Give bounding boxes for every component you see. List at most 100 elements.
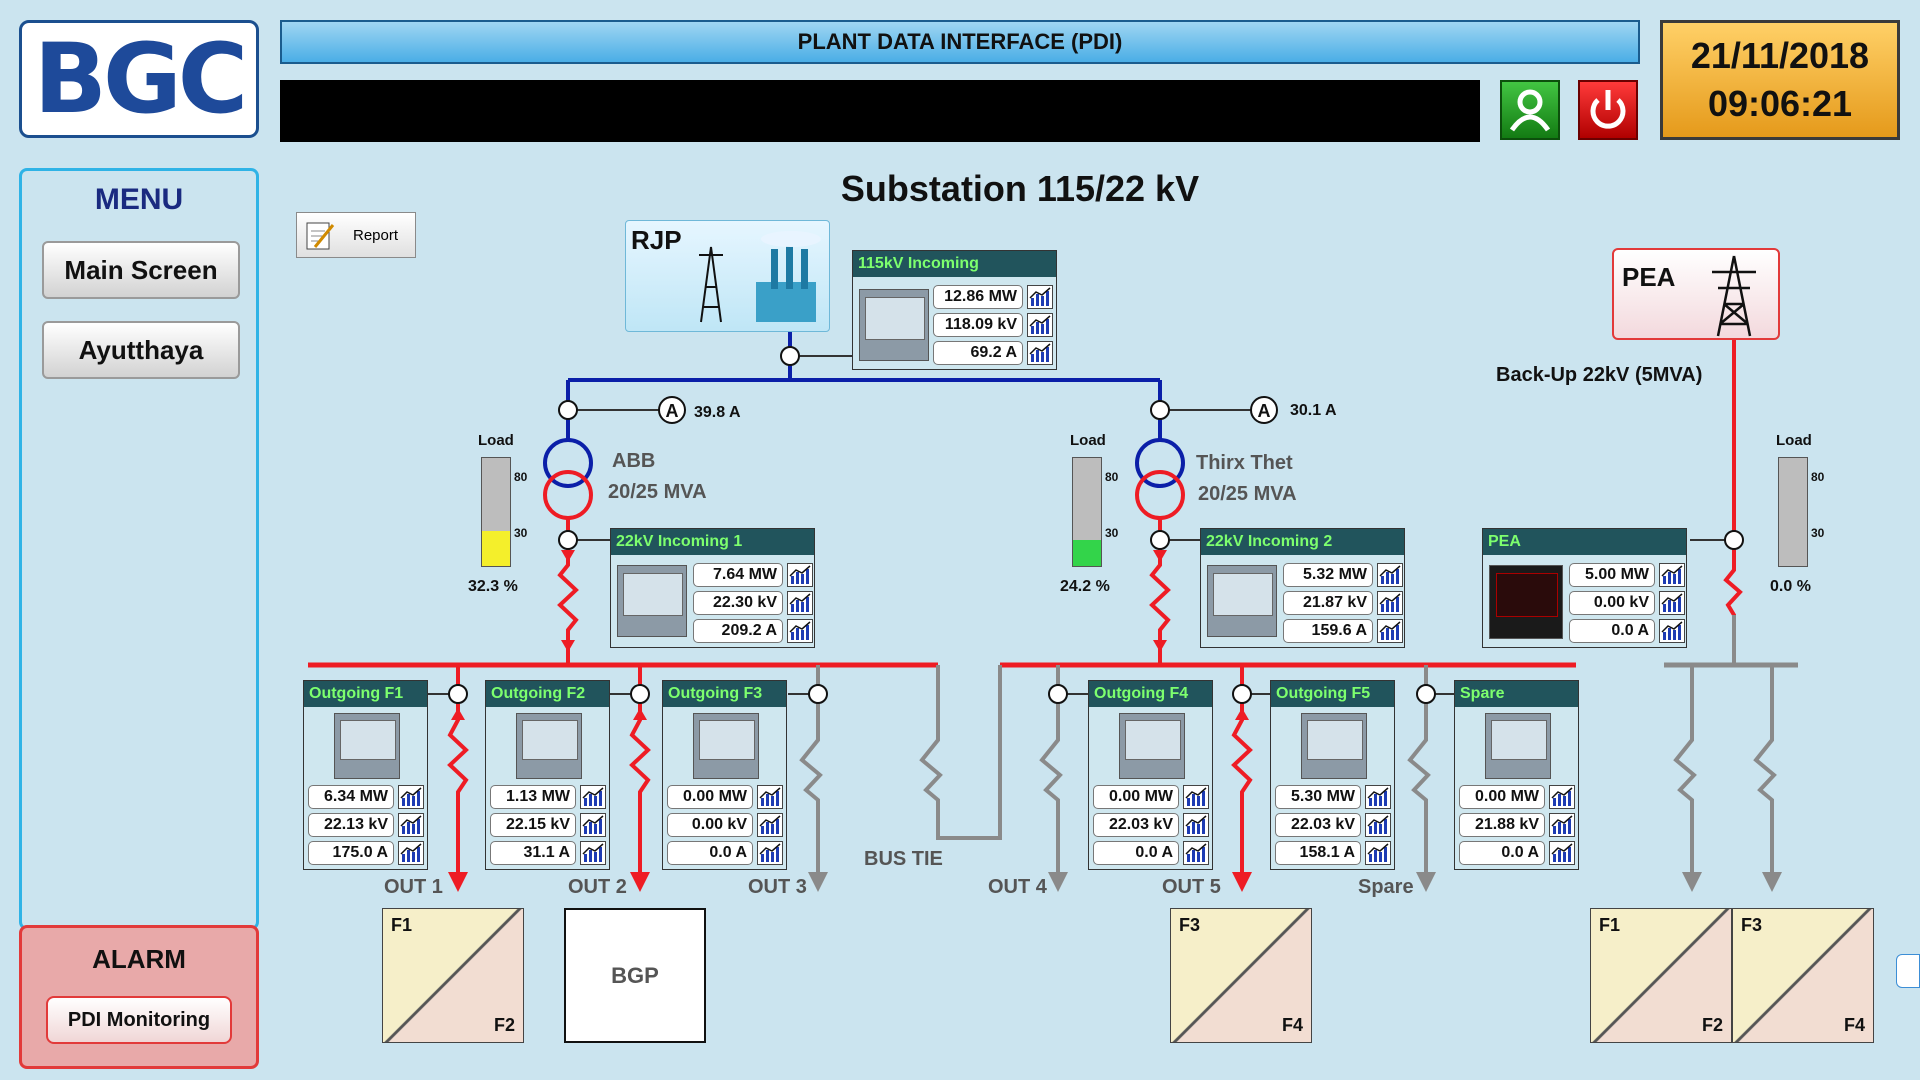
plant-lower-label: F2 [493,1015,515,1035]
out4-label: OUT 4 [988,876,1047,898]
trend-chart-icon[interactable] [787,563,813,587]
transformer-abb-name: ABB [612,450,656,472]
trend-chart-icon[interactable] [757,841,783,865]
pea-source[interactable]: PEA [1612,248,1780,340]
arrow-out5 [1232,872,1252,892]
trend-chart-icon[interactable] [1377,563,1403,587]
out3-label: OUT 3 [748,876,807,898]
power-meter-icon [1301,713,1367,779]
bgp-label: BGP [611,962,659,988]
trend-chart-icon[interactable] [1365,785,1391,809]
meter-pea[interactable]: PEA 5.00 MW 0.00 kV 0.0 A [1482,528,1687,648]
power-meter-icon [1485,713,1551,779]
load-value-pea: 0.0 % [1770,578,1811,595]
meter-mw: 1.13 MW [490,785,576,809]
trend-chart-icon[interactable] [1377,591,1403,615]
trend-chart-icon[interactable] [580,813,606,837]
meter-spare[interactable]: Spare 0.00 MW 21.88 kV 0.0 A [1454,680,1579,870]
plant-f3-f4[interactable]: F3 F4 [1170,908,1312,1043]
breaker-f3 [808,684,828,704]
meter-outgoing-f5[interactable]: Outgoing F5 5.30 MW 22.03 kV 158.1 A [1270,680,1395,870]
plant-f3-f4-pea[interactable]: F3 F4 [1732,908,1874,1043]
trend-chart-icon[interactable] [1377,619,1403,643]
meter-a: 158.1 A [1275,841,1361,865]
trend-chart-icon[interactable] [787,591,813,615]
breaker-f1 [448,684,468,704]
out5-label: OUT 5 [1162,876,1221,898]
power-meter-icon [516,713,582,779]
meter-kv: 22.13 kV [308,813,394,837]
meter-22kv-incoming-1[interactable]: 22kV Incoming 1 7.64 MW 22.30 kV 209.2 A [610,528,815,648]
trend-chart-icon[interactable] [398,813,424,837]
load-label-abb: Load [478,432,514,449]
bus-tie-line [919,665,1002,840]
meter-a: 209.2 A [693,619,783,643]
meter-outgoing-f1[interactable]: Outgoing F1 6.34 MW 22.13 kV 175.0 A [303,680,428,870]
meter-outgoing-f2[interactable]: Outgoing F2 1.13 MW 22.15 kV 31.1 A [485,680,610,870]
meter-outgoing-f4[interactable]: Outgoing F4 0.00 MW 22.03 kV 0.0 A [1088,680,1213,870]
bgp-load[interactable]: BGP [564,908,706,1043]
meter-115kv-incoming[interactable]: 115kV Incoming 12.86 MW 118.09 kV 69.2 A [852,250,1057,370]
trend-chart-icon[interactable] [757,813,783,837]
power-meter-icon [859,289,929,361]
breaker-spare [1416,684,1436,704]
meter-outgoing-f3[interactable]: Outgoing F3 0.00 MW 0.00 kV 0.0 A [662,680,787,870]
plant-f1-f2[interactable]: F1 F2 [382,908,524,1043]
meter-mw: 5.32 MW [1283,563,1373,587]
trend-chart-icon[interactable] [398,785,424,809]
breaker-lv-right [1150,530,1170,550]
breaker-f5 [1232,684,1252,704]
gauge-abb-tick-80: 80 [514,470,528,484]
trend-chart-icon[interactable] [398,841,424,865]
trend-chart-icon[interactable] [1549,785,1575,809]
plant-upper-label: F1 [391,915,413,935]
load-value-thirx: 24.2 % [1060,578,1110,595]
meter-kv: 0.00 kV [1569,591,1655,615]
rjp-label: RJP [631,225,682,255]
power-meter-icon [693,713,759,779]
meter-kv: 22.15 kV [490,813,576,837]
trend-chart-icon[interactable] [1027,341,1053,365]
trend-chart-icon[interactable] [1659,563,1685,587]
load-gauge-thirx-fill [1073,539,1101,566]
trend-chart-icon[interactable] [1027,313,1053,337]
meter-title: Outgoing F4 [1089,681,1212,707]
trend-chart-icon[interactable] [580,841,606,865]
meter-title: Outgoing F5 [1271,681,1394,707]
trend-chart-icon[interactable] [1659,591,1685,615]
power-plant-icon [699,231,821,323]
meter-mw: 0.00 MW [667,785,753,809]
pea-label: PEA [1622,262,1676,292]
ammeter-right-symbol: A [1258,401,1271,421]
side-tab-icon[interactable] [1896,954,1920,988]
trend-chart-icon[interactable] [1365,813,1391,837]
trend-chart-icon[interactable] [787,619,813,643]
load-label-thirx: Load [1070,432,1106,449]
trend-chart-icon[interactable] [1549,841,1575,865]
bus-tie-label: BUS TIE [864,848,943,870]
power-meter-icon [334,713,400,779]
trend-chart-icon[interactable] [1027,285,1053,309]
trend-chart-icon[interactable] [580,785,606,809]
out1-label: OUT 1 [384,876,443,898]
plant-f1-f2-pea[interactable]: F1 F2 [1590,908,1732,1043]
trend-chart-icon[interactable] [1183,785,1209,809]
transmission-tower-icon [1712,255,1756,337]
meter-mw: 0.00 MW [1459,785,1545,809]
trend-chart-icon[interactable] [1183,813,1209,837]
plant-lower-label: F4 [1281,1015,1303,1035]
meter-mw: 0.00 MW [1093,785,1179,809]
pea-feeder-2 [1753,665,1777,878]
trend-chart-icon[interactable] [1659,619,1685,643]
rjp-source[interactable]: RJP [625,220,830,332]
trend-chart-icon[interactable] [1365,841,1391,865]
power-meter-icon [1207,565,1277,637]
trend-chart-icon[interactable] [757,785,783,809]
transformer-abb-lv [543,470,593,520]
trend-chart-icon[interactable] [1549,813,1575,837]
trend-chart-icon[interactable] [1183,841,1209,865]
meter-title: 22kV Incoming 1 [611,529,814,555]
breaker-hv-left [558,400,578,420]
load-gauge-abb-fill [482,531,510,566]
meter-22kv-incoming-2[interactable]: 22kV Incoming 2 5.32 MW 21.87 kV 159.6 A [1200,528,1405,648]
